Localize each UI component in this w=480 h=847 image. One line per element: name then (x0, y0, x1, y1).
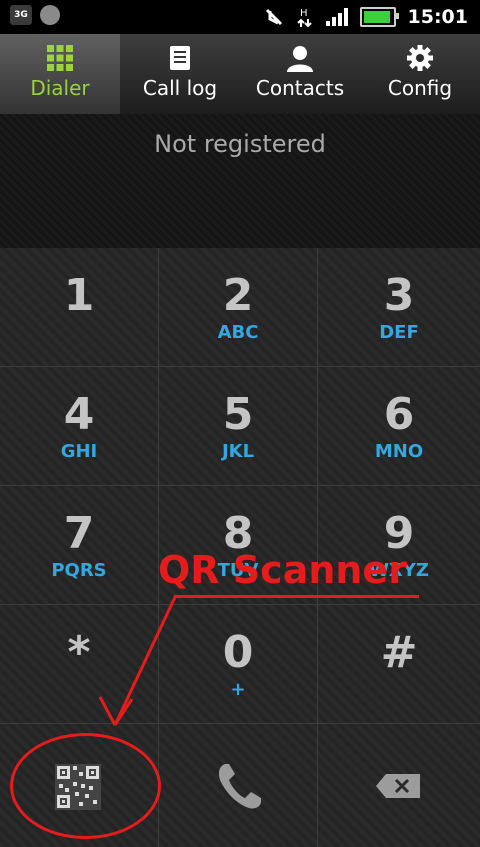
annotation-circle (10, 733, 161, 839)
annotation-arrow (98, 594, 178, 726)
